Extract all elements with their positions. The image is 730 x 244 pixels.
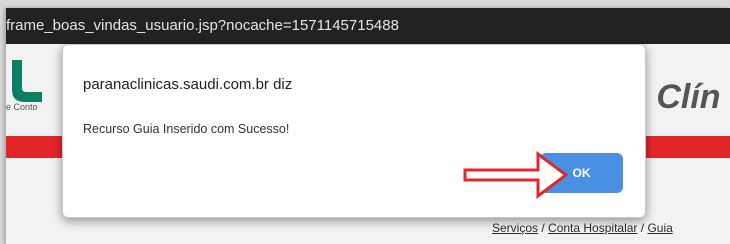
pointer-arrow-icon [463,151,568,199]
dialog-message: Recurso Guia Inserido com Sucesso! [83,122,290,136]
dialog-title: paranaclinicas.saudi.com.br diz [83,76,293,93]
logo-subtitle: e Conto [6,102,38,112]
breadcrumb-link-servicos[interactable]: Serviços [492,221,538,235]
window-title: frame_boas_vindas_usuario.jsp?nocache=15… [6,17,399,34]
title-bar: frame_boas_vindas_usuario.jsp?nocache=15… [6,8,730,44]
breadcrumb-separator: / [637,221,648,235]
breadcrumb-separator: / [538,221,549,235]
breadcrumb-link-conta-hospitalar[interactable]: Conta Hospitalar [548,221,637,235]
breadcrumb-link-guia[interactable]: Guia [647,221,672,235]
breadcrumb: Serviços / Conta Hospitalar / Guia [492,221,673,235]
